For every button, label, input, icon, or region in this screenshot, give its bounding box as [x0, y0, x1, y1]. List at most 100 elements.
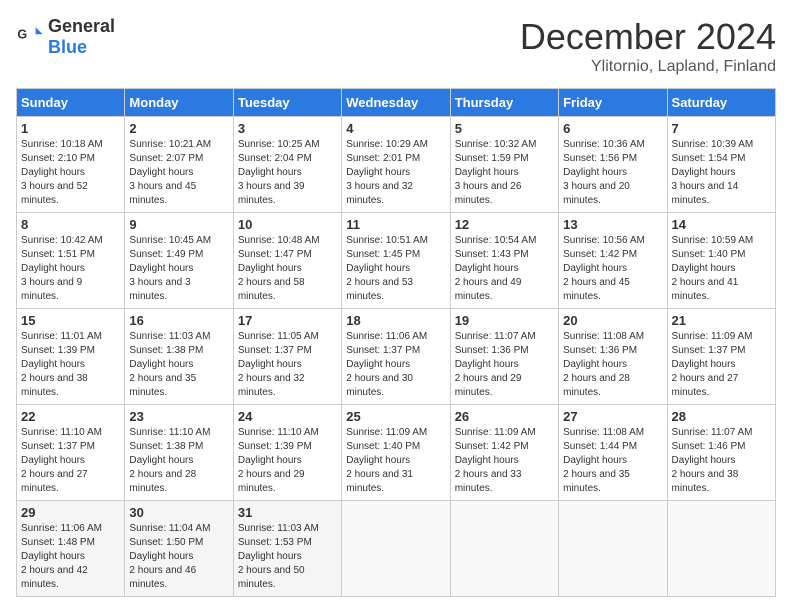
- table-row: 1 Sunrise: 10:18 AM Sunset: 2:10 PM Dayl…: [17, 117, 125, 213]
- table-row: 17 Sunrise: 11:05 AM Sunset: 1:37 PM Day…: [233, 309, 341, 405]
- day-info: Sunrise: 11:03 AM Sunset: 1:38 PM Daylig…: [129, 330, 228, 400]
- calendar-header-row: Sunday Monday Tuesday Wednesday Thursday…: [17, 89, 776, 117]
- day-info: Sunrise: 11:04 AM Sunset: 1:50 PM Daylig…: [129, 522, 228, 592]
- day-info: Sunrise: 10:32 AM Sunset: 1:59 PM Daylig…: [455, 138, 554, 208]
- table-row: 26 Sunrise: 11:09 AM Sunset: 1:42 PM Day…: [450, 405, 558, 501]
- table-row: 31 Sunrise: 11:03 AM Sunset: 1:53 PM Day…: [233, 501, 341, 597]
- col-tuesday: Tuesday: [233, 89, 341, 117]
- table-row: 19 Sunrise: 11:07 AM Sunset: 1:36 PM Day…: [450, 309, 558, 405]
- svg-text:G: G: [17, 27, 27, 41]
- table-row: 28 Sunrise: 11:07 AM Sunset: 1:46 PM Day…: [667, 405, 775, 501]
- table-row: 4 Sunrise: 10:29 AM Sunset: 2:01 PM Dayl…: [342, 117, 450, 213]
- day-number: 22: [21, 409, 120, 424]
- table-row: 24 Sunrise: 11:10 AM Sunset: 1:39 PM Day…: [233, 405, 341, 501]
- day-number: 12: [455, 217, 554, 232]
- day-info: Sunrise: 11:09 AM Sunset: 1:40 PM Daylig…: [346, 426, 445, 496]
- day-number: 29: [21, 505, 120, 520]
- day-info: Sunrise: 10:59 AM Sunset: 1:40 PM Daylig…: [672, 234, 771, 304]
- day-number: 10: [238, 217, 337, 232]
- table-row: 9 Sunrise: 10:45 AM Sunset: 1:49 PM Dayl…: [125, 213, 233, 309]
- day-number: 23: [129, 409, 228, 424]
- day-number: 27: [563, 409, 662, 424]
- day-number: 19: [455, 313, 554, 328]
- day-number: 26: [455, 409, 554, 424]
- day-number: 30: [129, 505, 228, 520]
- table-row: 14 Sunrise: 10:59 AM Sunset: 1:40 PM Day…: [667, 213, 775, 309]
- day-number: 4: [346, 121, 445, 136]
- day-number: 15: [21, 313, 120, 328]
- day-info: Sunrise: 10:39 AM Sunset: 1:54 PM Daylig…: [672, 138, 771, 208]
- calendar-week-5: 29 Sunrise: 11:06 AM Sunset: 1:48 PM Day…: [17, 501, 776, 597]
- day-info: Sunrise: 10:42 AM Sunset: 1:51 PM Daylig…: [21, 234, 120, 304]
- col-thursday: Thursday: [450, 89, 558, 117]
- day-info: Sunrise: 11:07 AM Sunset: 1:36 PM Daylig…: [455, 330, 554, 400]
- table-row: 2 Sunrise: 10:21 AM Sunset: 2:07 PM Dayl…: [125, 117, 233, 213]
- day-number: 8: [21, 217, 120, 232]
- day-number: 9: [129, 217, 228, 232]
- day-number: 11: [346, 217, 445, 232]
- table-row: [559, 501, 667, 597]
- table-row: 12 Sunrise: 10:54 AM Sunset: 1:43 PM Day…: [450, 213, 558, 309]
- logo-blue: Blue: [48, 37, 87, 57]
- calendar-table: Sunday Monday Tuesday Wednesday Thursday…: [16, 88, 776, 597]
- col-friday: Friday: [559, 89, 667, 117]
- table-row: [342, 501, 450, 597]
- day-info: Sunrise: 10:36 AM Sunset: 1:56 PM Daylig…: [563, 138, 662, 208]
- title-block: December 2024 Ylitornio, Lapland, Finlan…: [520, 16, 776, 76]
- page-header: G General Blue December 2024 Ylitornio, …: [16, 16, 776, 76]
- table-row: 30 Sunrise: 11:04 AM Sunset: 1:50 PM Day…: [125, 501, 233, 597]
- day-number: 25: [346, 409, 445, 424]
- table-row: 20 Sunrise: 11:08 AM Sunset: 1:36 PM Day…: [559, 309, 667, 405]
- table-row: 23 Sunrise: 11:10 AM Sunset: 1:38 PM Day…: [125, 405, 233, 501]
- day-number: 6: [563, 121, 662, 136]
- table-row: 27 Sunrise: 11:08 AM Sunset: 1:44 PM Day…: [559, 405, 667, 501]
- day-number: 17: [238, 313, 337, 328]
- table-row: [667, 501, 775, 597]
- day-number: 14: [672, 217, 771, 232]
- logo-general: General: [48, 16, 115, 36]
- table-row: 29 Sunrise: 11:06 AM Sunset: 1:48 PM Day…: [17, 501, 125, 597]
- col-saturday: Saturday: [667, 89, 775, 117]
- table-row: 22 Sunrise: 11:10 AM Sunset: 1:37 PM Day…: [17, 405, 125, 501]
- table-row: [450, 501, 558, 597]
- table-row: 10 Sunrise: 10:48 AM Sunset: 1:47 PM Day…: [233, 213, 341, 309]
- day-info: Sunrise: 10:18 AM Sunset: 2:10 PM Daylig…: [21, 138, 120, 208]
- day-info: Sunrise: 10:51 AM Sunset: 1:45 PM Daylig…: [346, 234, 445, 304]
- calendar-week-1: 1 Sunrise: 10:18 AM Sunset: 2:10 PM Dayl…: [17, 117, 776, 213]
- day-info: Sunrise: 11:05 AM Sunset: 1:37 PM Daylig…: [238, 330, 337, 400]
- table-row: 16 Sunrise: 11:03 AM Sunset: 1:38 PM Day…: [125, 309, 233, 405]
- table-row: 8 Sunrise: 10:42 AM Sunset: 1:51 PM Dayl…: [17, 213, 125, 309]
- day-info: Sunrise: 11:10 AM Sunset: 1:39 PM Daylig…: [238, 426, 337, 496]
- day-info: Sunrise: 10:56 AM Sunset: 1:42 PM Daylig…: [563, 234, 662, 304]
- col-wednesday: Wednesday: [342, 89, 450, 117]
- table-row: 13 Sunrise: 10:56 AM Sunset: 1:42 PM Day…: [559, 213, 667, 309]
- day-number: 7: [672, 121, 771, 136]
- table-row: 3 Sunrise: 10:25 AM Sunset: 2:04 PM Dayl…: [233, 117, 341, 213]
- day-info: Sunrise: 10:25 AM Sunset: 2:04 PM Daylig…: [238, 138, 337, 208]
- day-number: 13: [563, 217, 662, 232]
- logo-icon: G: [16, 23, 44, 51]
- calendar-week-4: 22 Sunrise: 11:10 AM Sunset: 1:37 PM Day…: [17, 405, 776, 501]
- day-number: 18: [346, 313, 445, 328]
- day-number: 21: [672, 313, 771, 328]
- day-info: Sunrise: 10:54 AM Sunset: 1:43 PM Daylig…: [455, 234, 554, 304]
- day-number: 5: [455, 121, 554, 136]
- day-info: Sunrise: 10:29 AM Sunset: 2:01 PM Daylig…: [346, 138, 445, 208]
- day-info: Sunrise: 11:06 AM Sunset: 1:37 PM Daylig…: [346, 330, 445, 400]
- table-row: 25 Sunrise: 11:09 AM Sunset: 1:40 PM Day…: [342, 405, 450, 501]
- day-number: 28: [672, 409, 771, 424]
- day-info: Sunrise: 11:10 AM Sunset: 1:37 PM Daylig…: [21, 426, 120, 496]
- logo: G General Blue: [16, 16, 115, 58]
- month-title: December 2024: [520, 16, 776, 58]
- day-info: Sunrise: 11:08 AM Sunset: 1:44 PM Daylig…: [563, 426, 662, 496]
- day-number: 16: [129, 313, 228, 328]
- table-row: 5 Sunrise: 10:32 AM Sunset: 1:59 PM Dayl…: [450, 117, 558, 213]
- table-row: 11 Sunrise: 10:51 AM Sunset: 1:45 PM Day…: [342, 213, 450, 309]
- day-info: Sunrise: 10:48 AM Sunset: 1:47 PM Daylig…: [238, 234, 337, 304]
- day-number: 2: [129, 121, 228, 136]
- day-number: 20: [563, 313, 662, 328]
- calendar-week-2: 8 Sunrise: 10:42 AM Sunset: 1:51 PM Dayl…: [17, 213, 776, 309]
- location: Ylitornio, Lapland, Finland: [520, 58, 776, 76]
- day-info: Sunrise: 11:09 AM Sunset: 1:37 PM Daylig…: [672, 330, 771, 400]
- table-row: 15 Sunrise: 11:01 AM Sunset: 1:39 PM Day…: [17, 309, 125, 405]
